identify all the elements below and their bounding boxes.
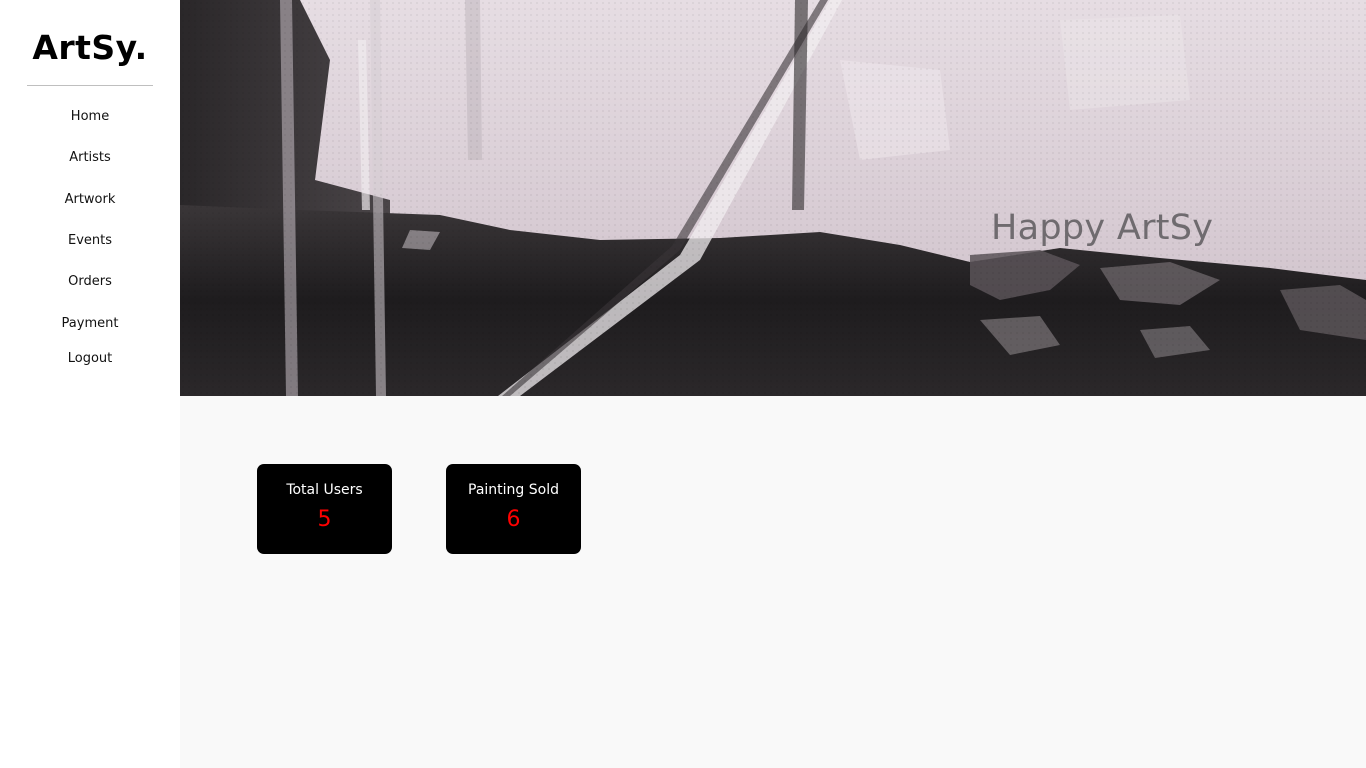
stat-value: 5 (317, 507, 332, 532)
stat-label: Total Users (286, 482, 363, 498)
sidebar: ArtSy. Home Artists Artwork Events Order… (0, 0, 180, 768)
stat-card-painting-sold: Painting Sold 6 (446, 464, 581, 554)
dashboard-main: Total Users 5 Painting Sold 6 (180, 396, 1366, 768)
nav-link-payment[interactable]: Payment (0, 315, 180, 333)
hero-caption: Happy ArtSy (991, 208, 1214, 248)
app-root: ArtSy. Home Artists Artwork Events Order… (0, 0, 1366, 768)
stat-card-total-users: Total Users 5 (257, 464, 392, 554)
stat-label: Painting Sold (468, 482, 559, 498)
nav-link-logout[interactable]: Logout (0, 350, 180, 368)
nav-link-artists[interactable]: Artists (0, 149, 180, 167)
brand-logo[interactable]: ArtSy. (0, 28, 180, 68)
nav-link-events[interactable]: Events (0, 232, 180, 250)
hero-painting-image (180, 0, 1366, 396)
nav-link-home[interactable]: Home (0, 108, 180, 126)
brand-divider (27, 85, 153, 86)
nav-link-orders[interactable]: Orders (0, 273, 180, 291)
stat-value: 6 (506, 507, 521, 532)
nav-link-artwork[interactable]: Artwork (0, 191, 180, 209)
hero-banner: Happy ArtSy (180, 0, 1366, 396)
